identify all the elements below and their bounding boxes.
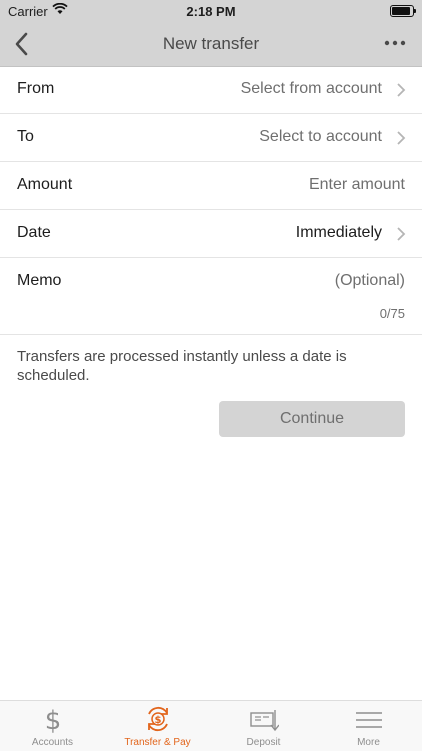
chevron-right-icon <box>397 83 406 97</box>
chevron-right-icon <box>397 131 406 145</box>
memo-row[interactable]: Memo (Optional) 0/75 <box>0 258 422 335</box>
more-horizontal-icon[interactable] <box>384 40 406 46</box>
page-title: New transfer <box>162 34 260 53</box>
memo-input[interactable]: (Optional) <box>335 272 405 290</box>
status-bar: Carrier 2:18 PM <box>0 0 422 22</box>
menu-icon <box>356 712 382 728</box>
date-row[interactable]: Date Immediately <box>0 210 422 258</box>
svg-text:$: $ <box>45 706 62 733</box>
to-row[interactable]: To Select to account <box>0 114 422 162</box>
amount-input[interactable]: Enter amount <box>309 176 405 194</box>
transfer-info-note: Transfers are processed instantly unless… <box>17 348 347 384</box>
date-value: Immediately <box>295 224 382 241</box>
clock: 2:18 PM <box>186 4 236 19</box>
amount-label: Amount <box>17 176 73 193</box>
tab-deposit[interactable]: Deposit <box>211 701 316 751</box>
tab-bar: $ Accounts $ Transfer & Pay Deposit More <box>0 700 422 751</box>
memo-label: Memo <box>17 272 62 289</box>
tab-transfer-pay[interactable]: $ Transfer & Pay <box>105 701 210 751</box>
transfer-pay-icon: $ <box>148 706 168 732</box>
svg-text:$: $ <box>155 715 162 726</box>
from-account-value: Select from account <box>240 80 382 97</box>
amount-row[interactable]: Amount Enter amount <box>0 162 422 210</box>
date-label: Date <box>17 224 51 241</box>
navigation-bar: New transfer <box>0 22 422 67</box>
dollar-icon: $ <box>45 706 62 733</box>
to-account-value: Select to account <box>259 128 382 145</box>
from-label: From <box>17 80 55 97</box>
chevron-right-icon <box>397 227 406 241</box>
transfer-form: From Select from account To Select to ac… <box>0 66 422 335</box>
from-row[interactable]: From Select from account <box>0 66 422 114</box>
memo-character-counter: 0/75 <box>379 306 405 321</box>
to-label: To <box>17 128 34 145</box>
tab-accounts[interactable]: $ Accounts <box>0 701 105 751</box>
tab-label: Accounts <box>31 737 74 748</box>
tab-label: Deposit <box>246 737 281 748</box>
check-deposit-icon <box>250 710 279 732</box>
tab-label: Transfer & Pay <box>124 737 191 748</box>
continue-button[interactable]: Continue <box>219 401 405 437</box>
tab-label: More <box>357 737 380 748</box>
battery-icon <box>390 5 416 17</box>
tab-more[interactable]: More <box>316 701 421 751</box>
